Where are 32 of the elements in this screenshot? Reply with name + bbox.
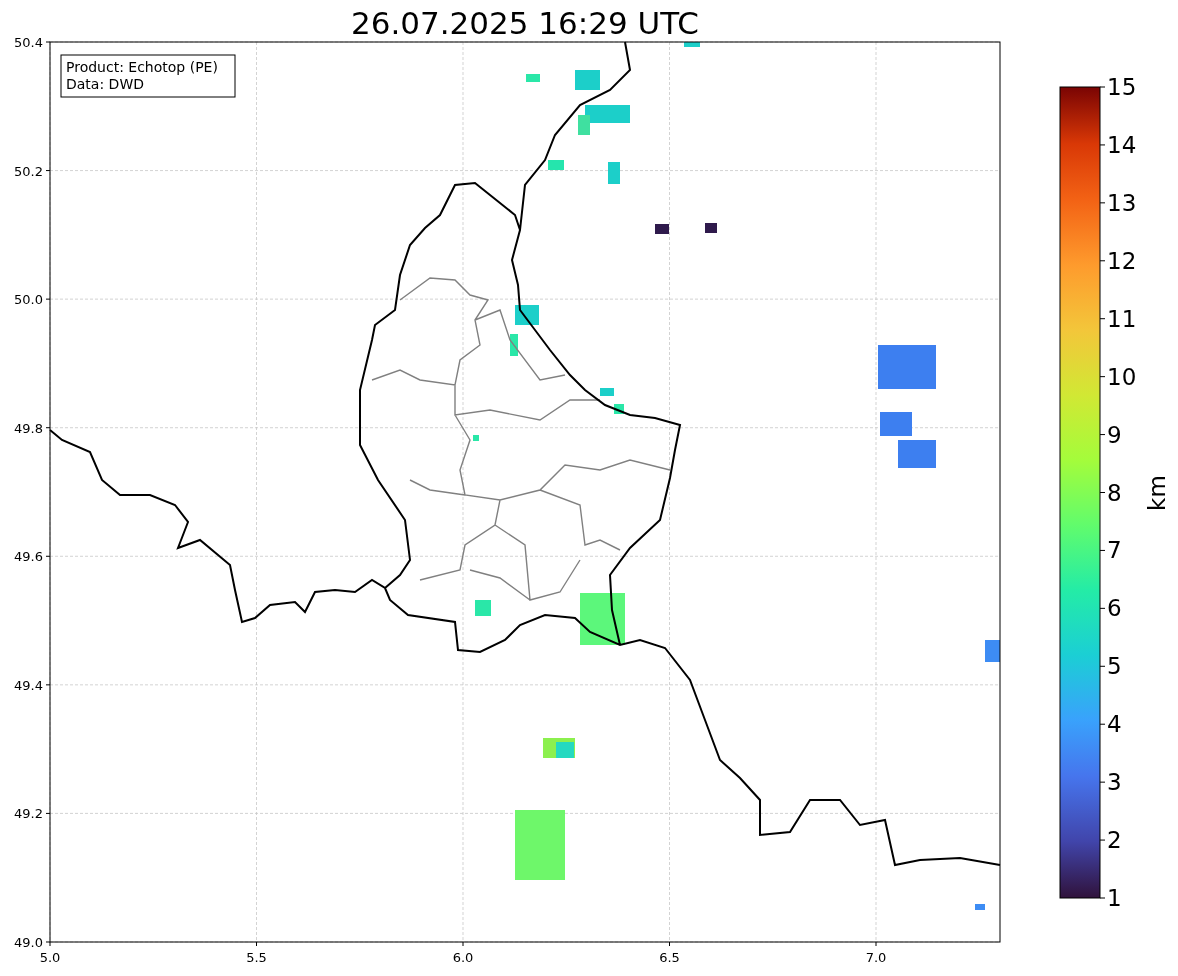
chart-title: 26.07.2025 16:29 UTC	[351, 5, 699, 41]
colorbar-tick-label: 10	[1107, 363, 1137, 390]
colorbar-tick-label: 8	[1107, 479, 1122, 506]
colorbar-tick-label: 4	[1107, 711, 1122, 738]
y-tick-label: 49.0	[14, 935, 43, 950]
y-tick-label: 49.8	[14, 420, 43, 436]
x-tick-label: 6.0	[452, 950, 474, 965]
colorbar-tick-label: 5	[1107, 653, 1122, 680]
colorbar-tick-label: 11	[1107, 305, 1137, 332]
colorbar-label: km	[1144, 475, 1170, 511]
colorbar-tick-label: 3	[1107, 769, 1122, 796]
colorbar-tick-label: 12	[1107, 247, 1137, 274]
info-text: Data: DWD	[66, 76, 144, 92]
colorbar-tick-label: 2	[1107, 827, 1122, 854]
colorbar-tick-label: 13	[1107, 189, 1137, 216]
y-tick-label: 49.6	[14, 549, 43, 565]
x-tick-label: 6.5	[659, 950, 680, 965]
colorbar-tick-label: 1	[1107, 885, 1122, 911]
y-tick-label: 50.0	[14, 292, 43, 308]
colorbar-tick-label: 9	[1107, 421, 1122, 448]
colorbar-tick-label: 6	[1107, 595, 1122, 622]
x-tick-label: 7.0	[865, 950, 887, 965]
colorbar-tick-label: 7	[1107, 537, 1122, 564]
colorbar-tick-label: 15	[1107, 74, 1137, 100]
info-text: Product: Echotop (PE)	[66, 59, 218, 75]
y-tick-label: 50.4	[14, 35, 43, 50]
y-tick-label: 49.2	[14, 806, 43, 822]
y-tick-label: 50.2	[14, 163, 43, 179]
x-tick-label: 5.0	[39, 950, 61, 965]
x-tick-label: 5.5	[246, 950, 267, 965]
y-tick-label: 49.4	[14, 677, 43, 693]
colorbar-tick-label: 14	[1107, 131, 1137, 158]
